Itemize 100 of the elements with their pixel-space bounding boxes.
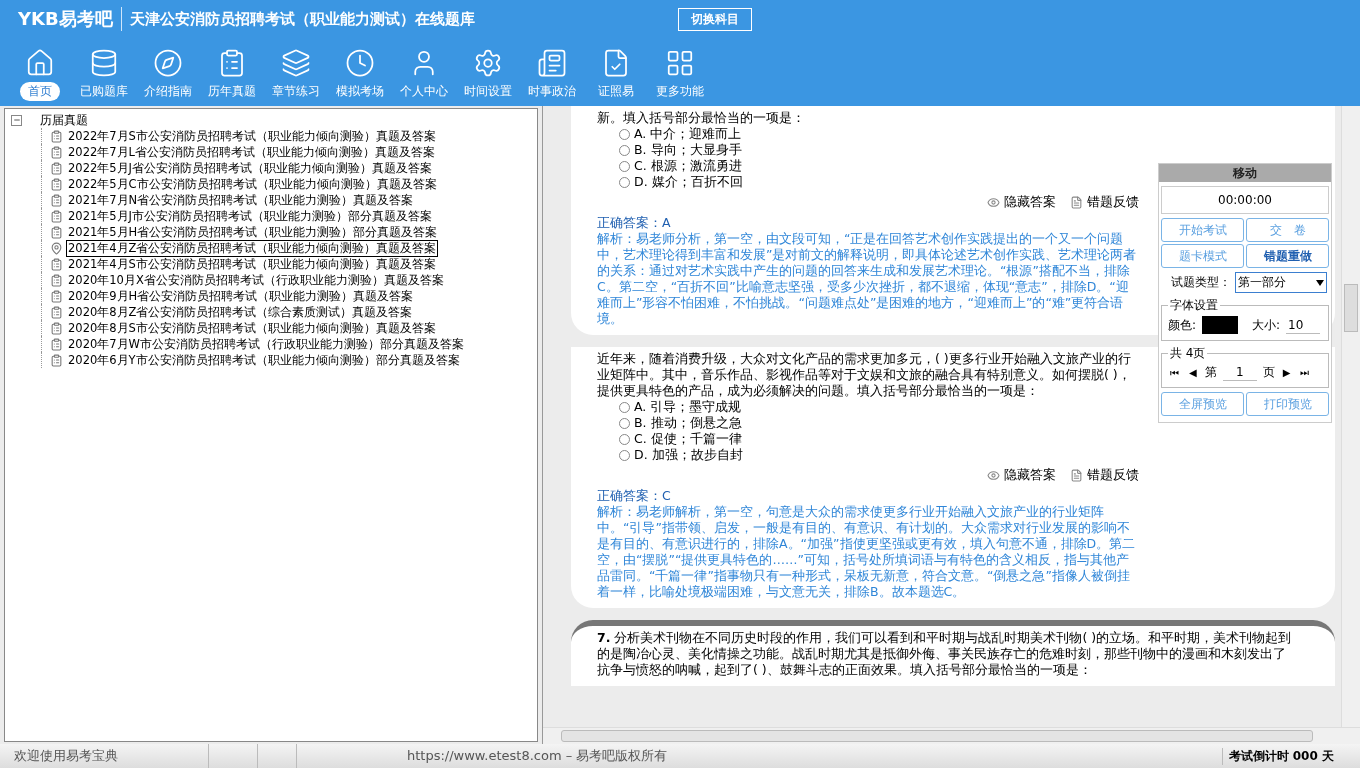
correct-answer: 正确答案：A — [597, 215, 672, 231]
tree-item[interactable]: 历届真题 — [40, 111, 88, 129]
tree-item[interactable]: 2022年7月L省公安消防员招聘考试（职业能力倾向测验）真题及答案 — [66, 143, 437, 161]
radio-button[interactable] — [619, 128, 630, 140]
document-icon — [50, 145, 63, 159]
group-title: 共 4页 — [1169, 345, 1207, 362]
tree-item[interactable]: 2021年5月H省公安消防员招聘考试（职业能力测验）部分真题及答案 — [66, 223, 440, 241]
option-text: D. 媒介；百折不回 — [634, 174, 743, 190]
analysis-text: 解析：易老师解析，第一空，句意是大众的需求使更多行业开始融入文旅产业的行业矩阵中。“引导”指带领、启发，一般是有目的、有意识、有计划的。大众需求对行业发展的影响不是有目的、有意识进行的，排除A。“加强”指使更坚强或更有效，填入句意不通，排除D。第二空，由“摆脱”“提供更具特色的……”可知，括号处所填词语与有特色的含义相反，指与其他产品雷同。“千篇一律”指事物只有一种形式，呆板无新意，符合文意。“倒悬之急”指像人被倒挂着一样，比喻处境极端困难，与文意无关，排除B。故本题选C。 — [597, 504, 1137, 600]
caret-icon — [1316, 279, 1324, 286]
nav-tab[interactable]: 首页 — [20, 82, 60, 101]
tree-item[interactable]: 2020年10月X省公安消防员招聘考试（行政职业能力测验）真题及答案 — [66, 271, 446, 289]
tree-item[interactable]: 2022年5月C市公安消防员招聘考试（职业能力倾向测验）真题及答案 — [66, 175, 439, 193]
layers-icon[interactable] — [281, 48, 311, 78]
tree-item[interactable]: 2022年7月S市公安消防员招聘考试（职业能力倾向测验）真题及答案 — [66, 127, 438, 145]
option-text: A. 引导；墨守成规 — [634, 399, 742, 415]
last-page-button[interactable]: ⏭ — [1298, 366, 1312, 379]
welcome-text: 欢迎使用易考宝典 — [14, 747, 118, 765]
feedback-button[interactable]: 错题反馈 — [1070, 467, 1139, 484]
type-label: 试题类型： — [1171, 274, 1231, 291]
answer-option[interactable]: D. 媒介；百折不回 — [619, 174, 1139, 190]
tree-item[interactable]: 2021年7月N省公安消防员招聘考试（职业能力测验）真题及答案 — [66, 191, 416, 209]
horizontal-scrollbar[interactable] — [543, 727, 1360, 744]
page-field[interactable]: 1 — [1222, 364, 1257, 381]
database-icon[interactable] — [89, 48, 119, 78]
countdown-text: 考试倒计时 000 天 — [1221, 747, 1334, 765]
logo: YKB易考吧 — [18, 7, 122, 31]
color-swatch[interactable] — [1202, 316, 1239, 334]
eye-icon — [987, 469, 1000, 482]
newspaper-icon[interactable] — [537, 48, 567, 78]
option-text: C. 促使；千篇一律 — [634, 431, 742, 447]
answer-option[interactable]: B. 导向；大显身手 — [619, 142, 1139, 158]
analysis-text: 解析：易老师分析，第一空，由文段可知，“正是在回答艺术创作实践提出的一个又一个问题中，艺术理论得到丰富和发展”是对前文的解释说明，即具体论述艺术创作实践、艺术理论两者的关系：通过对艺术实践中产生的问题的回答来生成和发展艺术理论。“根源”搭配不当，排除C。第二空，“百折不回”比喻意志坚强，受多少次挫折，都不退缩，体现“意志”，排除D。“迎难而上”形容不怕困难，不怕挑战。“问题难点处”是困难的地方，“迎难而上”的“难”更符合语境。 — [597, 231, 1138, 327]
tree-item[interactable]: 2020年8月S市公安消防员招聘考试（职业能力倾向测验）真题及答案 — [66, 319, 438, 337]
answer-option[interactable]: C. 根源；激流勇进 — [619, 158, 1139, 174]
tree-item[interactable]: 2020年6月Y市公安消防员招聘考试（职业能力倾向测验）部分真题及答案 — [66, 351, 462, 369]
question-text: 7. 分析美术刊物在不同历史时段的作用，我们可以看到和平时期与战乱时期美术刊物( )的立场。和平时期，美术刊物起到的是陶冶心灵、美化情操之功能。战乱时期尤其是抵御外侮、事关民族存亡的危难时刻，那些刊物中的漫画和木刻发出了抗争与愤怒的呐喊，起到了( )、鼓舞斗志的正面效果。填入括号部分最恰当的一项是： — [597, 630, 1293, 678]
document-icon — [50, 225, 63, 239]
clock-icon[interactable] — [345, 48, 375, 78]
answer-option[interactable]: C. 促使；千篇一律 — [619, 431, 1139, 447]
option-text: C. 根源；激流勇进 — [634, 158, 742, 174]
tree-item[interactable]: 2022年5月J省公安消防员招聘考试（职业能力倾向测验）真题及答案 — [66, 159, 434, 177]
size-label: 大小: — [1252, 316, 1281, 334]
answer-option[interactable]: D. 加强；故步自封 — [619, 447, 1139, 463]
tree-item[interactable]: 2021年4月S市公安消防员招聘考试（职业能力倾向测验）真题及答案 — [66, 255, 438, 273]
collapse-icon[interactable] — [11, 114, 22, 126]
question-text: 新。填入括号部分最恰当的一项是： — [597, 110, 806, 126]
next-page-button[interactable]: ▶ — [1280, 367, 1293, 378]
color-label: 颜色: — [1168, 316, 1197, 334]
feedback-button[interactable]: 错题反馈 — [1070, 194, 1139, 211]
answer-option[interactable]: A. 引导；墨守成规 — [619, 399, 1139, 415]
vertical-scrollbar[interactable] — [1341, 106, 1360, 727]
tree-item[interactable]: 2021年5月J市公安消防员招聘考试（职业能力测验）部分真题及答案 — [66, 207, 434, 225]
document-icon — [50, 161, 63, 175]
radio-button[interactable] — [619, 433, 630, 445]
radio-button[interactable] — [619, 449, 630, 461]
tree-item[interactable]: 2021年4月Z省公安消防员招聘考试（职业能力倾向测验）真题及答案 — [66, 239, 439, 257]
document-icon — [1070, 469, 1083, 482]
home-icon[interactable] — [25, 48, 55, 78]
document-icon — [50, 321, 63, 335]
timer: 00:00:00 — [1161, 186, 1329, 214]
answer-option[interactable]: A. 中介；迎难而上 — [619, 126, 1139, 142]
radio-button[interactable] — [619, 160, 630, 172]
document-icon — [1070, 196, 1083, 209]
page-label: 页 — [1262, 364, 1275, 381]
tree-item[interactable]: 2020年9月H省公安消防员招聘考试（职业能力测验）真题及答案 — [66, 287, 416, 305]
tree-item[interactable]: 2020年7月W市公安消防员招聘考试（行政职业能力测验）部分真题及答案 — [66, 335, 466, 353]
option-text: D. 加强；故步自封 — [634, 447, 743, 463]
type-select[interactable]: 第一部分 — [1235, 272, 1327, 293]
previous-page-button[interactable]: ◀ — [1187, 367, 1199, 378]
tree-item[interactable]: 2020年8月Z省公安消防员招聘考试（综合素质测试）真题及答案 — [66, 303, 415, 321]
radio-button[interactable] — [619, 401, 630, 413]
radio-button[interactable] — [619, 417, 630, 429]
document-icon — [50, 289, 63, 303]
compass-icon[interactable] — [153, 48, 183, 78]
panel-button[interactable]: 错题重做 — [1246, 244, 1329, 268]
panel-title[interactable]: 移动 — [1159, 164, 1331, 182]
option-text: A. 中介；迎难而上 — [634, 126, 742, 142]
app-title: 天津公安消防员招聘考试（职业能力测试）在线题库 — [129, 9, 475, 29]
document-icon — [50, 353, 63, 367]
eye-icon — [987, 196, 1000, 209]
radio-button[interactable] — [619, 144, 630, 156]
grid-icon[interactable] — [665, 48, 695, 78]
option-text: B. 推动；倒悬之急 — [634, 415, 742, 431]
document-icon — [50, 177, 63, 191]
page-label: 第 — [1204, 364, 1217, 381]
settings-icon[interactable] — [473, 48, 503, 78]
option-text: B. 导向；大显身手 — [634, 142, 742, 158]
first-page-button[interactable]: ⏮ — [1168, 366, 1181, 379]
answer-option[interactable]: B. 推动；倒悬之急 — [619, 415, 1139, 431]
document-icon — [50, 337, 63, 351]
radio-button[interactable] — [619, 176, 630, 188]
document-icon — [50, 209, 63, 223]
hide-answer-button[interactable]: 隐藏答案 — [987, 467, 1056, 484]
document-icon — [50, 273, 63, 287]
document-icon — [50, 257, 63, 271]
document-icon — [50, 305, 63, 319]
correct-answer: 正确答案：C — [597, 488, 672, 504]
hide-answer-button[interactable]: 隐藏答案 — [987, 194, 1056, 211]
group-title: 字体设置 — [1169, 297, 1219, 314]
